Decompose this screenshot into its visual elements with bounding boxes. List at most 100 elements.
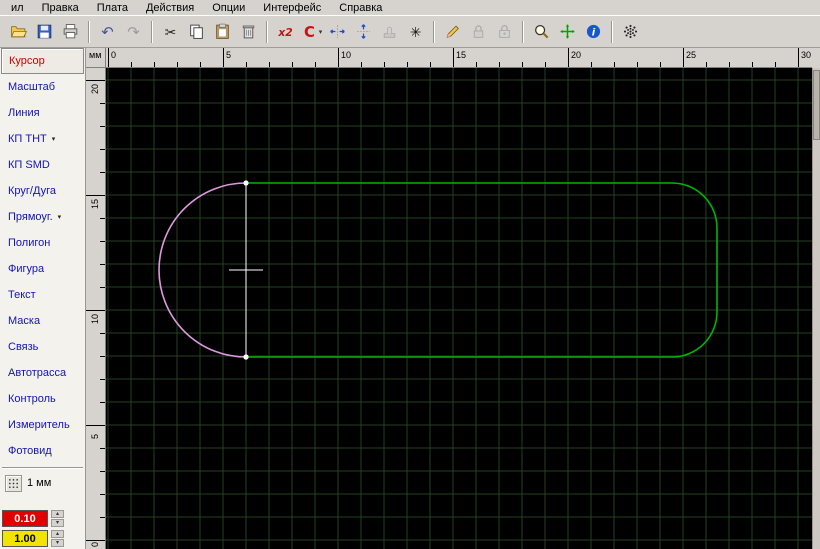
footprint-dots-button[interactable]	[618, 20, 643, 44]
delete-button[interactable]	[236, 20, 261, 44]
pad-size-stepper: ▴ ▾	[51, 530, 64, 547]
pcb-outline-path[interactable]	[246, 182, 718, 358]
pcb-drawing	[106, 68, 812, 549]
stepper-down-icon[interactable]: ▾	[51, 519, 64, 527]
ruler-tick	[683, 48, 684, 67]
sidebar-item-autoroute[interactable]: Автотрасса	[0, 360, 85, 386]
sidebar-item-label: Круг/Дуга	[8, 185, 57, 197]
print-button[interactable]	[58, 20, 83, 44]
ruler-tick	[100, 494, 105, 495]
sidebar-item-figure[interactable]: Фигура	[0, 256, 85, 282]
menu-actions[interactable]: Действия	[137, 2, 203, 14]
track-width-field[interactable]: 0.10	[2, 510, 48, 527]
save-button[interactable]	[32, 20, 57, 44]
sidebar-item-label: Линия	[8, 107, 40, 119]
tool-list: Курсор Масштаб Линия КП ТНТ ▾ КП SMD Круг/Дуга…	[0, 48, 85, 464]
cut-icon: ✂	[162, 23, 179, 40]
stepper-up-icon[interactable]: ▴	[51, 510, 64, 518]
cut-button[interactable]: ✂	[158, 20, 183, 44]
ruler-tick	[223, 48, 224, 67]
toolbar: ↶ ↷ ✂ x2 C ▾ ✳ i	[0, 15, 820, 48]
menu-interface[interactable]: Интерфейс	[254, 2, 330, 14]
sidebar-item-cursor[interactable]: Курсор	[1, 48, 84, 74]
sidebar-item-label: Прямоуг.	[8, 211, 53, 223]
menu-help[interactable]: Справка	[330, 2, 391, 14]
ruler-tick	[200, 62, 201, 67]
stamp-button[interactable]	[377, 20, 402, 44]
sidebar-item-circle-arc[interactable]: Круг/Дуга	[0, 178, 85, 204]
menu-edit[interactable]: Правка	[33, 2, 88, 14]
undo-icon: ↶	[99, 23, 116, 40]
vertex-handle[interactable]	[243, 180, 249, 186]
ruler-tick	[100, 333, 105, 334]
ruler-label: 30	[801, 50, 812, 60]
ruler-tick	[430, 62, 431, 67]
sidebar-item-ratsnest[interactable]: Связь	[0, 334, 85, 360]
vertical-scrollbar[interactable]	[812, 68, 820, 549]
sidebar-item-pad-tht[interactable]: КП ТНТ ▾	[0, 126, 85, 152]
sidebar-item-photoview[interactable]: Фотовид	[0, 438, 85, 464]
rotate-button[interactable]: C ▾	[299, 20, 324, 44]
save-icon	[36, 23, 53, 40]
pencil-macro-button[interactable]	[440, 20, 465, 44]
sidebar-item-label: Связь	[8, 341, 39, 353]
mirror-horizontal-button[interactable]	[325, 20, 350, 44]
menu-board[interactable]: Плата	[88, 2, 137, 14]
scale-x2-button[interactable]: x2	[273, 20, 298, 44]
padlock-button[interactable]	[492, 20, 517, 44]
zoom-button[interactable]	[529, 20, 554, 44]
dropdown-arrow-icon[interactable]: ▾	[52, 135, 56, 143]
sidebar-item-rectangle[interactable]: Прямоуг. ▾	[0, 204, 85, 230]
ruler-unit-label: мм	[89, 50, 102, 60]
info-button[interactable]: i	[581, 20, 606, 44]
stepper-up-icon[interactable]: ▴	[51, 530, 64, 538]
ruler-label: 5	[226, 50, 232, 60]
mirror-vertical-button[interactable]	[351, 20, 376, 44]
sidebar-item-mask[interactable]: Маска	[0, 308, 85, 334]
snap-crosshair-button[interactable]	[555, 20, 580, 44]
ruler-tick	[292, 62, 293, 67]
pad-size-field[interactable]: 1.00	[2, 530, 48, 547]
ruler-tick	[131, 62, 132, 67]
ruler-tick	[100, 103, 105, 104]
grid-size-button[interactable]: 1 мм	[0, 472, 85, 494]
copy-button[interactable]	[184, 20, 209, 44]
pencil-macro-icon	[444, 23, 461, 40]
sidebar-item-text[interactable]: Текст	[0, 282, 85, 308]
menu-file[interactable]: ил	[2, 2, 33, 14]
grid-size-label: 1 мм	[27, 477, 52, 489]
paste-button[interactable]	[210, 20, 235, 44]
vertex-handle[interactable]	[243, 354, 249, 360]
undo-button[interactable]: ↶	[95, 20, 120, 44]
lock-button[interactable]	[466, 20, 491, 44]
application-window: ил Правка Плата Действия Опции Интерфейс Справ…	[0, 0, 820, 549]
dropdown-arrow-icon[interactable]: ▾	[319, 28, 323, 36]
dropdown-arrow-icon[interactable]: ▾	[58, 213, 62, 221]
menu-options[interactable]: Опции	[203, 2, 254, 14]
open-folder-button[interactable]	[6, 20, 31, 44]
sidebar-item-zoom[interactable]: Масштаб	[0, 74, 85, 100]
pcb-canvas[interactable]	[106, 68, 812, 549]
svg-text:x2: x2	[277, 26, 292, 39]
rotate-icon: C	[301, 23, 318, 40]
sidebar-item-label: Фотовид	[8, 445, 52, 457]
ruler-tick	[522, 62, 523, 67]
sidebar-item-test[interactable]: Контроль	[0, 386, 85, 412]
grid-icon	[5, 474, 22, 492]
scrollbar-thumb[interactable]	[813, 70, 820, 140]
asterisk-button[interactable]: ✳	[403, 20, 428, 44]
sidebar-item-line[interactable]: Линия	[0, 100, 85, 126]
sidebar-item-measure[interactable]: Измеритель	[0, 412, 85, 438]
stepper-down-icon[interactable]: ▾	[51, 539, 64, 547]
sidebar-item-pad-smd[interactable]: КП SMD	[0, 152, 85, 178]
print-icon	[62, 23, 79, 40]
svg-text:↷: ↷	[127, 23, 140, 40]
asterisk-icon: ✳	[407, 23, 424, 40]
menu-bar: ил Правка Плата Действия Опции Интерфейс Справ…	[0, 0, 820, 15]
ruler-tick	[177, 62, 178, 67]
redo-button[interactable]: ↷	[121, 20, 146, 44]
sidebar-item-polygon[interactable]: Полигон	[0, 230, 85, 256]
ruler-tick	[706, 62, 707, 67]
ruler-tick	[775, 62, 776, 67]
svg-text:✳: ✳	[410, 25, 422, 40]
